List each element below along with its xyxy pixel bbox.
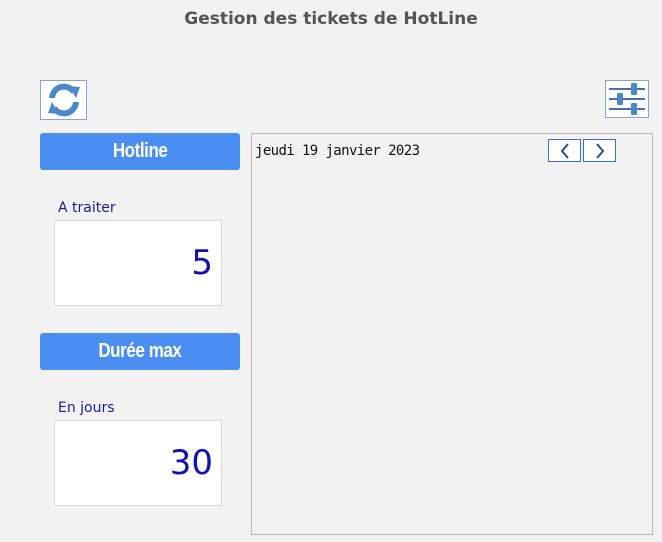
refresh-icon [47, 83, 80, 117]
hotline-button[interactable]: Hotline [40, 133, 240, 170]
page-title: Gestion des tickets de HotLine [184, 9, 478, 29]
sliders-icon [609, 83, 645, 115]
duree-max-button[interactable]: Durée max [40, 333, 240, 370]
en-jours-box: 30 [54, 420, 222, 506]
next-day-button[interactable] [583, 139, 616, 162]
en-jours-label: En jours [58, 400, 115, 416]
a-traiter-label: A traiter [58, 200, 116, 216]
previous-day-button[interactable] [548, 139, 581, 162]
en-jours-value: 30 [169, 443, 213, 483]
a-traiter-box: 5 [54, 220, 222, 306]
a-traiter-value: 5 [191, 243, 213, 283]
refresh-button[interactable] [40, 80, 87, 120]
duree-max-button-label: Durée max [98, 340, 182, 362]
chevron-right-icon [595, 142, 604, 159]
hotline-button-label: Hotline [112, 140, 168, 162]
calendar-panel: jeudi 19 janvier 2023 [251, 133, 653, 535]
calendar-date: jeudi 19 janvier 2023 [255, 143, 420, 159]
settings-button[interactable] [605, 80, 649, 118]
chevron-left-icon [560, 142, 569, 159]
